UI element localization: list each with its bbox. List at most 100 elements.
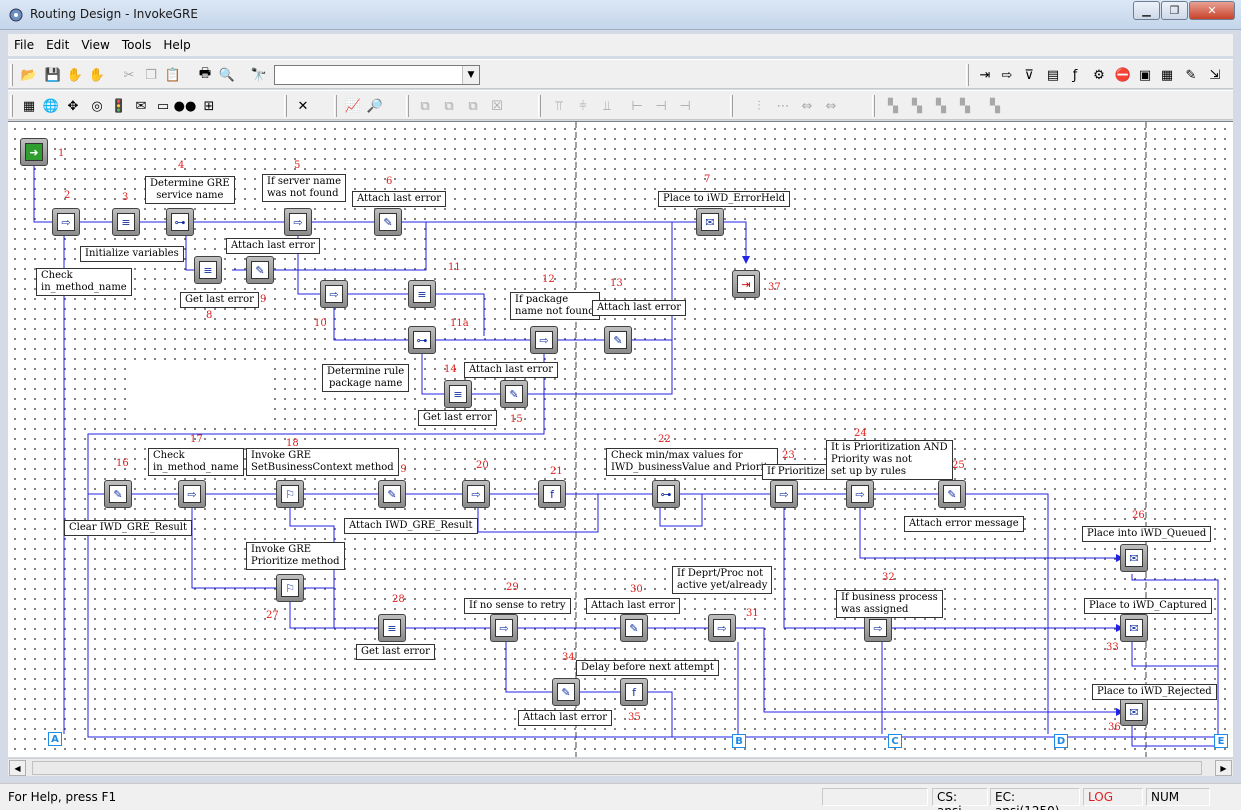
function-node-21[interactable]: f bbox=[538, 480, 566, 508]
group-icon[interactable]: ⧉ bbox=[416, 97, 434, 115]
order-back-icon[interactable]: ▚ bbox=[908, 97, 926, 115]
function-node-4[interactable]: ⊶ bbox=[166, 208, 194, 236]
align-left-icon[interactable]: ⊢ bbox=[628, 97, 646, 115]
align-middle-icon[interactable]: ⫩ bbox=[574, 97, 592, 115]
toolbar-grip[interactable] bbox=[284, 95, 287, 117]
table-icon[interactable]: ▦ bbox=[20, 97, 38, 115]
maximize-button[interactable]: ❐ bbox=[1161, 1, 1188, 20]
toolbar-grip[interactable] bbox=[730, 95, 733, 117]
connector-c[interactable]: C bbox=[888, 734, 902, 748]
attach-node-34[interactable]: ✎ bbox=[552, 678, 580, 706]
scrollbar-thumb[interactable] bbox=[32, 761, 1202, 775]
align-center-icon[interactable]: ⊣ bbox=[652, 97, 670, 115]
list-icon[interactable]: ▤ bbox=[1044, 66, 1062, 84]
connector-b[interactable]: B bbox=[732, 734, 746, 748]
delete-link-icon[interactable]: ☒ bbox=[488, 97, 506, 115]
save-icon[interactable]: 💾 bbox=[44, 66, 62, 84]
attach-node-9[interactable]: ✎ bbox=[246, 256, 274, 284]
network-icon[interactable]: ⊞ bbox=[200, 97, 218, 115]
globe-icon[interactable]: 🌐 bbox=[42, 97, 60, 115]
function-node-35[interactable]: f bbox=[620, 678, 648, 706]
branch-node-24[interactable]: ⇨ bbox=[846, 480, 874, 508]
toolbar-grip[interactable] bbox=[406, 95, 409, 117]
assign-node-28[interactable]: ≡ bbox=[378, 614, 406, 642]
step-over-icon[interactable]: ⇨ bbox=[998, 66, 1016, 84]
open-icon[interactable]: 📂 bbox=[20, 66, 38, 84]
menu-view[interactable]: View bbox=[75, 38, 115, 52]
image-icon[interactable]: ▣ bbox=[1136, 66, 1154, 84]
space-v-icon[interactable]: ⫶ bbox=[750, 97, 768, 115]
link-icon[interactable]: ⧉ bbox=[464, 97, 482, 115]
picture-icon[interactable]: ▭ bbox=[154, 97, 172, 115]
chart-icon[interactable]: 📈 bbox=[344, 97, 362, 115]
order-forward-icon[interactable]: ▚ bbox=[932, 97, 950, 115]
branch-node-20[interactable]: ⇨ bbox=[462, 480, 490, 508]
attach-node-19[interactable]: ✎ bbox=[378, 480, 406, 508]
route-icon[interactable]: ⚙ bbox=[1090, 66, 1108, 84]
cut-icon[interactable]: ✂ bbox=[120, 66, 138, 84]
layer-icon[interactable]: ▚ bbox=[986, 97, 1004, 115]
toolbar-grip[interactable] bbox=[10, 95, 13, 117]
branch-node-10[interactable]: ⇨ bbox=[320, 280, 348, 308]
branch-node-32[interactable]: ⇨ bbox=[864, 614, 892, 642]
minimize-button[interactable]: ▁ bbox=[1133, 1, 1160, 20]
move-icon[interactable]: ✥ bbox=[64, 97, 82, 115]
assign-node-14[interactable]: ≡ bbox=[444, 380, 472, 408]
connector-e[interactable]: E bbox=[1214, 734, 1228, 748]
assign-node-11[interactable]: ≡ bbox=[408, 280, 436, 308]
branch-node-29[interactable]: ⇨ bbox=[490, 614, 518, 642]
filter-icon[interactable]: ⊽ bbox=[1020, 66, 1038, 84]
traffic-light-icon[interactable]: 🚦 bbox=[110, 97, 128, 115]
branch-node-31[interactable]: ⇨ bbox=[708, 614, 736, 642]
scroll-left-icon[interactable]: ◀ bbox=[9, 760, 26, 776]
print-icon[interactable]: 🖶 bbox=[196, 66, 214, 84]
toolbar-grip[interactable] bbox=[872, 95, 875, 117]
align-right-icon[interactable]: ⊣ bbox=[676, 97, 694, 115]
connector-d[interactable]: D bbox=[1054, 734, 1068, 748]
function-node-11a[interactable]: ⊶ bbox=[408, 326, 436, 354]
attach-node-30[interactable]: ✎ bbox=[620, 614, 648, 642]
function-node-22[interactable]: ⊶ bbox=[652, 480, 680, 508]
menu-help[interactable]: Help bbox=[157, 38, 196, 52]
zoom-icon[interactable]: 🔎 bbox=[366, 97, 384, 115]
expression-icon[interactable]: ✕ bbox=[294, 97, 312, 115]
attach-node-13[interactable]: ✎ bbox=[604, 326, 632, 354]
copy-icon[interactable]: ❐ bbox=[142, 66, 160, 84]
chevron-down-icon[interactable]: ▼ bbox=[462, 66, 479, 84]
place-node-36[interactable]: ✉ bbox=[1120, 698, 1148, 726]
space-h-icon[interactable]: ⋯ bbox=[774, 97, 792, 115]
close-button[interactable]: ✕ bbox=[1189, 1, 1235, 20]
menu-tools[interactable]: Tools bbox=[116, 38, 158, 52]
branch-node-5[interactable]: ⇨ bbox=[284, 208, 312, 236]
attach-node-16[interactable]: ✎ bbox=[104, 480, 132, 508]
mail-icon[interactable]: ✉ bbox=[132, 97, 150, 115]
place-node-7[interactable]: ✉ bbox=[696, 208, 724, 236]
toolbar-grip[interactable] bbox=[538, 95, 541, 117]
ungroup-icon[interactable]: ⧉ bbox=[440, 97, 458, 115]
align-top-icon[interactable]: ⫪ bbox=[550, 97, 568, 115]
invoke-node-27[interactable]: ⚐ bbox=[276, 574, 304, 602]
function-icon[interactable]: ƒ bbox=[1066, 66, 1084, 84]
assign-node-3[interactable]: ≡ bbox=[112, 208, 140, 236]
toolbar-grip[interactable] bbox=[334, 95, 337, 117]
end-node-37[interactable]: ⇥ bbox=[732, 270, 760, 298]
branch-node-12[interactable]: ⇨ bbox=[530, 326, 558, 354]
place-node-26[interactable]: ✉ bbox=[1120, 544, 1148, 572]
invoke-node-18[interactable]: ⚐ bbox=[276, 480, 304, 508]
assign-node-8[interactable]: ≡ bbox=[194, 256, 222, 284]
paste-icon[interactable]: 📋 bbox=[164, 66, 182, 84]
attach-node-6[interactable]: ✎ bbox=[374, 208, 402, 236]
export-icon[interactable]: ⇲ bbox=[1206, 66, 1224, 84]
horizontal-scrollbar[interactable]: ◀ ▶ bbox=[8, 758, 1233, 776]
dots-icon[interactable]: ●● bbox=[174, 97, 197, 115]
connector-a[interactable]: A bbox=[48, 732, 62, 746]
toolbar-grip[interactable] bbox=[10, 64, 13, 86]
branch-node-2[interactable]: ⇨ bbox=[52, 208, 80, 236]
order-front-icon[interactable]: ▚ bbox=[884, 97, 902, 115]
scroll-right-icon[interactable]: ▶ bbox=[1215, 760, 1232, 776]
step-into-icon[interactable]: ⇥ bbox=[976, 66, 994, 84]
branch-node-17[interactable]: ⇨ bbox=[178, 480, 206, 508]
stop-icon[interactable]: ⛔ bbox=[1114, 66, 1132, 84]
diagram-canvas[interactable]: ➜ ⇨ ≡ ⊶ ⇨ ✎ ✉ ⇥ ≡ ✎ ⇨ ≡ ⊶ ⇨ ✎ ≡ ✎ ✎ ⇨ ⚐ … bbox=[8, 121, 1233, 757]
target-icon[interactable]: ◎ bbox=[88, 97, 106, 115]
